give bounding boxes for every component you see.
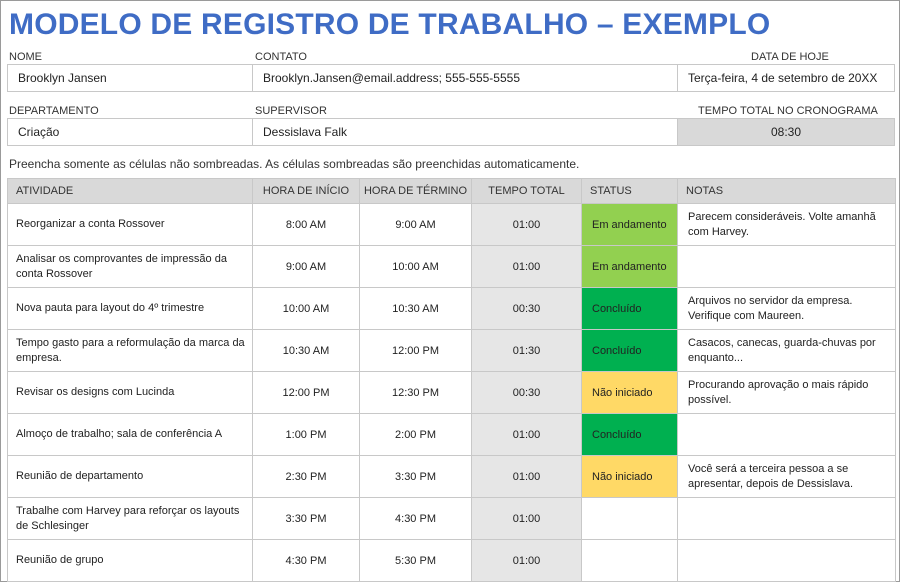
end-cell[interactable]: 3:30 PM — [359, 455, 472, 498]
status-cell[interactable]: Não iniciado — [581, 371, 678, 414]
total-cell: 01:00 — [471, 539, 582, 582]
supervisor-label: SUPERVISOR — [255, 105, 327, 117]
start-cell[interactable]: 8:00 AM — [252, 203, 360, 246]
status-cell[interactable]: Concluído — [581, 329, 678, 372]
total-cell: 00:30 — [471, 287, 582, 330]
table-row: Analisar os comprovantes de impressão da… — [7, 245, 896, 288]
activity-cell[interactable]: Reunião de departamento — [7, 455, 253, 498]
notes-cell[interactable]: Parecem consideráveis. Volte amanhã com … — [677, 203, 896, 246]
status-cell[interactable]: Não iniciado — [581, 455, 678, 498]
supervisor-field[interactable]: Dessislava Falk — [252, 118, 678, 146]
end-cell[interactable]: 12:30 PM — [359, 371, 472, 414]
table-row: Almoço de trabalho; sala de conferência … — [7, 413, 896, 456]
table-row: Reorganizar a conta Rossover 8:00 AM 9:0… — [7, 203, 896, 246]
table-row: Trabalhe com Harvey para reforçar os lay… — [7, 497, 896, 540]
worksheet-page: MODELO DE REGISTRO DE TRABALHO – EXEMPLO… — [0, 0, 900, 582]
end-cell[interactable]: 4:30 PM — [359, 497, 472, 540]
table-row: Tempo gasto para a reformulação da marca… — [7, 329, 896, 372]
col-header-status: STATUS — [581, 178, 678, 204]
instruction-text: Preencha somente as células não sombread… — [9, 157, 580, 171]
total-cell: 01:00 — [471, 413, 582, 456]
contact-field[interactable]: Brooklyn.Jansen@email.address; 555-555-5… — [252, 64, 678, 92]
notes-cell[interactable] — [677, 497, 896, 540]
start-cell[interactable]: 2:30 PM — [252, 455, 360, 498]
status-cell[interactable]: Concluído — [581, 287, 678, 330]
total-time-label: TEMPO TOTAL NO CRONOGRAMA — [698, 105, 878, 117]
end-cell[interactable]: 2:00 PM — [359, 413, 472, 456]
notes-cell[interactable]: Casacos, canecas, guarda-chuvas por enqu… — [677, 329, 896, 372]
total-cell: 01:30 — [471, 329, 582, 372]
activity-cell[interactable]: Nova pauta para layout do 4º trimestre — [7, 287, 253, 330]
activity-cell[interactable]: Reunião de grupo — [7, 539, 253, 582]
notes-cell[interactable] — [677, 245, 896, 288]
total-cell: 01:00 — [471, 245, 582, 288]
col-header-notes: NOTAS — [677, 178, 896, 204]
start-cell[interactable]: 1:00 PM — [252, 413, 360, 456]
total-cell: 01:00 — [471, 497, 582, 540]
start-cell[interactable]: 3:30 PM — [252, 497, 360, 540]
activity-cell[interactable]: Analisar os comprovantes de impressão da… — [7, 245, 253, 288]
activity-cell[interactable]: Trabalhe com Harvey para reforçar os lay… — [7, 497, 253, 540]
table-row: Reunião de grupo 4:30 PM 5:30 PM 01:00 — [7, 539, 896, 582]
date-label: DATA DE HOJE — [751, 51, 829, 63]
notes-cell[interactable]: Procurando aprovação o mais rápido possí… — [677, 371, 896, 414]
end-cell[interactable]: 9:00 AM — [359, 203, 472, 246]
work-log-table: ATIVIDADE HORA DE INÍCIO HORA DE TÉRMINO… — [7, 178, 896, 582]
department-label: DEPARTAMENTO — [9, 105, 99, 117]
status-cell[interactable]: Concluído — [581, 413, 678, 456]
activity-cell[interactable]: Revisar os designs com Lucinda — [7, 371, 253, 414]
start-cell[interactable]: 10:00 AM — [252, 287, 360, 330]
contact-label: CONTATO — [255, 51, 307, 63]
table-row: Reunião de departamento 2:30 PM 3:30 PM … — [7, 455, 896, 498]
table-row: Nova pauta para layout do 4º trimestre 1… — [7, 287, 896, 330]
department-field[interactable]: Criação — [7, 118, 253, 146]
notes-cell[interactable] — [677, 539, 896, 582]
page-title: MODELO DE REGISTRO DE TRABALHO – EXEMPLO — [9, 8, 771, 41]
end-cell[interactable]: 5:30 PM — [359, 539, 472, 582]
col-header-activity: ATIVIDADE — [7, 178, 253, 204]
notes-cell[interactable] — [677, 413, 896, 456]
total-time-value: 08:30 — [677, 118, 895, 146]
col-header-total: TEMPO TOTAL — [471, 178, 582, 204]
start-cell[interactable]: 4:30 PM — [252, 539, 360, 582]
status-cell[interactable] — [581, 539, 678, 582]
end-cell[interactable]: 12:00 PM — [359, 329, 472, 372]
status-cell[interactable]: Em andamento — [581, 203, 678, 246]
start-cell[interactable]: 10:30 AM — [252, 329, 360, 372]
end-cell[interactable]: 10:00 AM — [359, 245, 472, 288]
status-cell[interactable] — [581, 497, 678, 540]
total-cell: 00:30 — [471, 371, 582, 414]
name-label: NOME — [9, 51, 42, 63]
activity-cell[interactable]: Tempo gasto para a reformulação da marca… — [7, 329, 253, 372]
start-cell[interactable]: 9:00 AM — [252, 245, 360, 288]
end-cell[interactable]: 10:30 AM — [359, 287, 472, 330]
notes-cell[interactable]: Arquivos no servidor da empresa. Verifiq… — [677, 287, 896, 330]
table-header-row: ATIVIDADE HORA DE INÍCIO HORA DE TÉRMINO… — [7, 178, 896, 204]
date-field[interactable]: Terça-feira, 4 de setembro de 20XX — [677, 64, 895, 92]
col-header-start: HORA DE INÍCIO — [252, 178, 360, 204]
status-cell[interactable]: Em andamento — [581, 245, 678, 288]
activity-cell[interactable]: Reorganizar a conta Rossover — [7, 203, 253, 246]
total-cell: 01:00 — [471, 203, 582, 246]
name-field[interactable]: Brooklyn Jansen — [7, 64, 253, 92]
col-header-end: HORA DE TÉRMINO — [359, 178, 472, 204]
table-row: Revisar os designs com Lucinda 12:00 PM … — [7, 371, 896, 414]
start-cell[interactable]: 12:00 PM — [252, 371, 360, 414]
activity-cell[interactable]: Almoço de trabalho; sala de conferência … — [7, 413, 253, 456]
total-cell: 01:00 — [471, 455, 582, 498]
notes-cell[interactable]: Você será a terceira pessoa a se apresen… — [677, 455, 896, 498]
